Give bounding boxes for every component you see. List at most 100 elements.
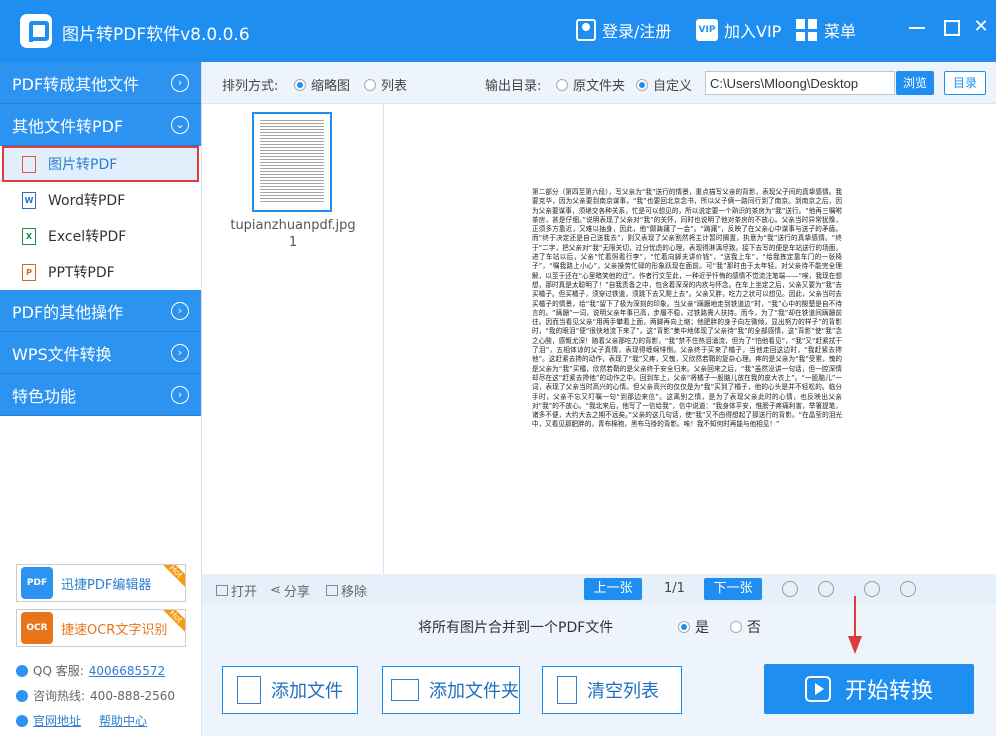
output-custom-radio[interactable]: 自定义	[636, 75, 692, 94]
section-other-to-pdf[interactable]: 其他文件转PDF ⌄	[0, 104, 201, 146]
maximize-button[interactable]	[940, 16, 962, 38]
radio-checked-icon	[294, 79, 306, 91]
directory-button[interactable]: 目录	[944, 71, 986, 95]
close-button[interactable]: ✕	[970, 16, 992, 38]
zoom-out-icon[interactable]	[900, 581, 916, 597]
share-label: 分享	[283, 585, 310, 600]
add-file-label: 添加文件	[271, 681, 343, 702]
chevron-right-icon: ›	[171, 302, 189, 320]
app-logo-icon	[20, 14, 52, 48]
page-counter: 1/1	[664, 581, 685, 596]
login-button[interactable]: 登录/注册	[576, 18, 671, 42]
merge-no-radio[interactable]: 否	[730, 617, 761, 637]
file-thumbnail[interactable]	[252, 112, 332, 212]
chevron-right-icon: ›	[171, 344, 189, 362]
share-icon: ⋖	[270, 583, 281, 598]
hot-badge: Hot	[156, 565, 185, 591]
zoom-in-icon[interactable]	[864, 581, 880, 597]
merge-option-row: 将所有图片合并到一个PDF文件 是 否	[202, 604, 996, 646]
radio-unchecked-icon	[730, 621, 742, 633]
help-center-link[interactable]: 帮助中心	[99, 712, 147, 729]
sort-label: 排列方式:	[222, 79, 279, 94]
menu-button[interactable]: 菜单	[796, 18, 856, 42]
next-button[interactable]: 下一张	[704, 578, 762, 600]
chevron-right-icon: ›	[171, 386, 189, 404]
sidebar-item-word-to-pdf[interactable]: W Word转PDF	[0, 182, 201, 218]
remove-button[interactable]: 移除	[326, 581, 367, 600]
radio-label: 否	[747, 620, 761, 636]
sort-thumbnail-radio[interactable]: 缩略图	[294, 75, 350, 94]
promo-pdf-editor[interactable]: PDF 迅捷PDF编辑器 Hot	[16, 564, 186, 602]
chevron-right-icon: ›	[171, 74, 189, 92]
word-file-icon: W	[22, 191, 36, 209]
minimize-button[interactable]	[906, 16, 928, 38]
folder-icon	[216, 585, 228, 596]
play-icon	[804, 676, 831, 702]
radio-label: 自定义	[653, 79, 693, 94]
thumbnail-image	[260, 120, 324, 204]
rotate-left-icon[interactable]	[782, 581, 798, 597]
radio-label: 缩略图	[311, 79, 351, 94]
file-index: 1	[288, 235, 298, 250]
output-original-radio[interactable]: 原文件夹	[556, 75, 625, 94]
qq-number-link[interactable]: 4006685572	[89, 664, 165, 678]
vip-label: 加入VIP	[724, 22, 782, 41]
action-bar: 添加文件 添加文件夹 清空列表 开始转换	[202, 646, 996, 736]
prev-button[interactable]: 上一张	[584, 578, 642, 600]
app-title: 图片转PDF软件v8.0.0.6	[62, 25, 250, 45]
login-label: 登录/注册	[602, 22, 672, 41]
links-row: 官网地址 帮助中心	[16, 712, 147, 729]
add-folder-button[interactable]: 添加文件夹	[382, 666, 520, 714]
qq-icon	[16, 664, 28, 677]
radio-label: 原文件夹	[573, 79, 626, 94]
radio-checked-icon	[636, 79, 648, 91]
preview-pane: 第二部分（第四至第六段），写父亲为“我”送行的情景，重点描写父亲的背影，表现父子…	[384, 104, 996, 574]
section-pdf-to-other[interactable]: PDF转成其他文件 ›	[0, 62, 201, 104]
hotline-number: 400-888-2560	[90, 688, 176, 703]
qq-label: QQ 客服:	[33, 664, 84, 678]
clear-list-button[interactable]: 清空列表	[542, 666, 682, 714]
preview-page-text: 第二部分（第四至第六段），写父亲为“我”送行的情景，重点描写父亲的背影，表现父子…	[532, 188, 842, 429]
website-link[interactable]: 官网地址	[33, 712, 81, 729]
share-button[interactable]: ⋖ 分享	[270, 581, 310, 600]
sort-list-radio[interactable]: 列表	[364, 75, 407, 94]
image-file-icon	[22, 155, 36, 173]
promo-ocr[interactable]: OCR 捷速OCR文字识别 Hot	[16, 609, 186, 647]
radio-label: 是	[695, 620, 709, 636]
sidebar-item-label: PPT转PDF	[48, 265, 115, 281]
rotate-right-icon[interactable]	[818, 581, 834, 597]
sidebar-item-ppt-to-pdf[interactable]: P PPT转PDF	[0, 254, 201, 290]
menu-icon	[796, 19, 818, 41]
vip-button[interactable]: VIP 加入VIP	[696, 18, 781, 42]
browse-button[interactable]: 浏览	[896, 71, 934, 95]
radio-unchecked-icon	[364, 79, 376, 91]
section-label: WPS文件转换	[12, 344, 112, 364]
section-special-features[interactable]: 特色功能 ›	[0, 374, 201, 416]
section-wps-convert[interactable]: WPS文件转换 ›	[0, 332, 201, 374]
preview-toolbar: 打开 ⋖ 分享 移除 上一张 1/1 下一张	[202, 574, 996, 604]
sidebar-item-label: 图片转PDF	[48, 157, 118, 173]
red-arrow-icon	[848, 596, 862, 654]
file-name: tupianzhuanpdf.jpg	[230, 218, 356, 233]
headset-icon	[16, 689, 28, 702]
merge-yes-radio[interactable]: 是	[678, 617, 709, 637]
sidebar-item-label: Excel转PDF	[48, 229, 127, 245]
sidebar-item-excel-to-pdf[interactable]: X Excel转PDF	[0, 218, 201, 254]
chevron-down-icon: ⌄	[171, 116, 189, 134]
section-label: PDF的其他操作	[12, 302, 124, 322]
add-file-button[interactable]: 添加文件	[222, 666, 358, 714]
trash-icon	[557, 676, 577, 704]
start-convert-button[interactable]: 开始转换	[764, 664, 974, 714]
section-pdf-other-ops[interactable]: PDF的其他操作 ›	[0, 290, 201, 332]
vip-icon: VIP	[696, 19, 718, 41]
user-icon	[576, 19, 596, 41]
remove-label: 移除	[341, 585, 368, 600]
sidebar-item-image-to-pdf[interactable]: 图片转PDF	[2, 146, 199, 182]
add-folder-icon	[391, 679, 419, 701]
open-button[interactable]: 打开	[216, 581, 257, 600]
file-thumbnail-list: tupianzhuanpdf.jpg 1	[202, 104, 384, 574]
menu-label: 菜单	[824, 22, 857, 41]
output-path-input[interactable]	[705, 71, 895, 95]
start-label: 开始转换	[844, 679, 933, 704]
ie-icon	[16, 714, 28, 727]
